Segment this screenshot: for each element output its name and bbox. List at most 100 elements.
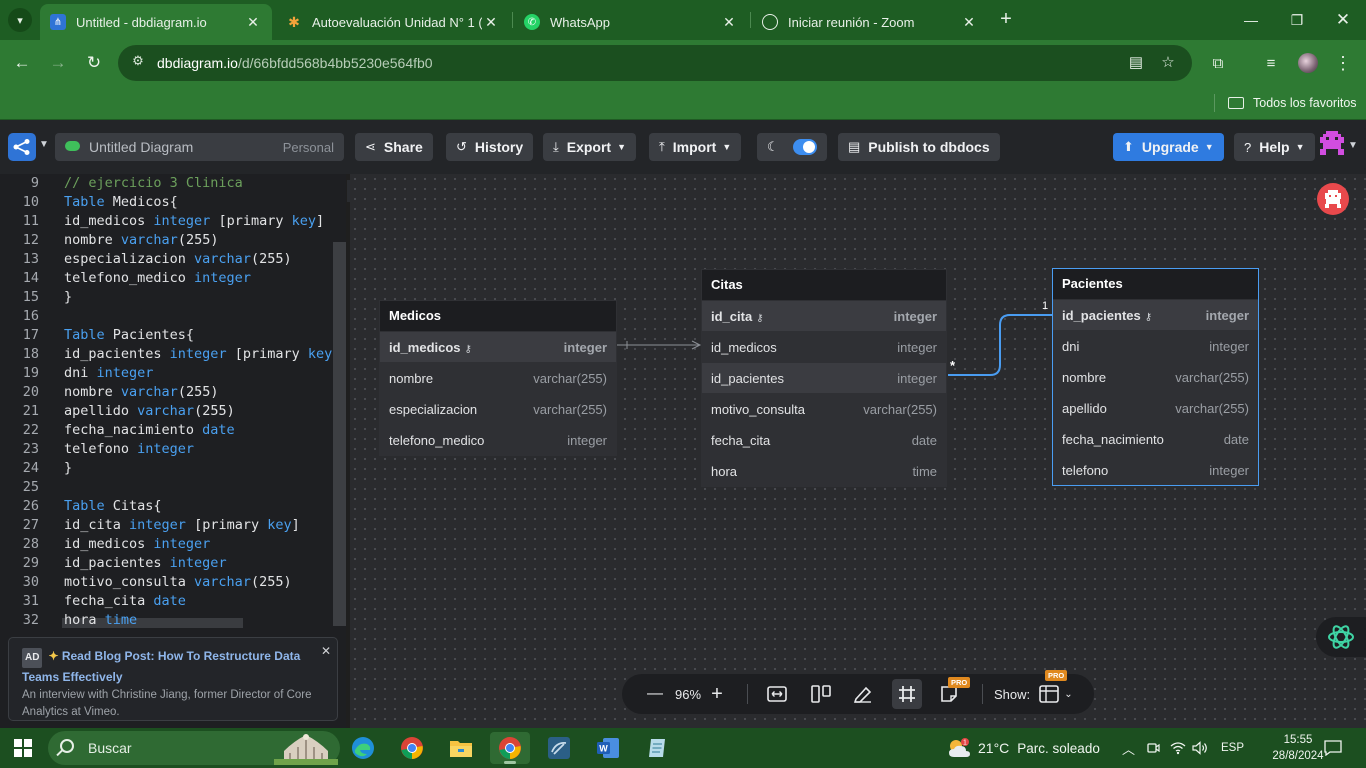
line-code[interactable]: nombre varchar(255) bbox=[64, 384, 218, 400]
table-field-row[interactable]: id_pacientes integer bbox=[702, 362, 946, 393]
table-field-row[interactable]: id_medicos integer bbox=[702, 331, 946, 362]
import-button[interactable]: ⤒ Import ▼ bbox=[649, 133, 742, 161]
media-control-icon[interactable]: ≡ bbox=[1258, 50, 1284, 76]
table-header[interactable]: Medicos bbox=[380, 301, 616, 331]
code-line[interactable]: 9 // ejercicio 3 Clinica bbox=[0, 175, 346, 194]
line-code[interactable]: id_pacientes integer bbox=[64, 555, 227, 571]
table-field-row[interactable]: id_pacientes ⚷ integer bbox=[1053, 299, 1258, 330]
extensions-icon[interactable]: ⧉ bbox=[1205, 50, 1231, 76]
code-line[interactable]: 23 telefono integer bbox=[0, 441, 346, 460]
auto-arrange-icon[interactable] bbox=[810, 684, 832, 704]
line-code[interactable]: motivo_consulta varchar(255) bbox=[64, 574, 292, 590]
zoom-out-button[interactable]: — bbox=[646, 684, 664, 704]
taskbar-search[interactable]: Buscar bbox=[48, 731, 340, 765]
table-field-row[interactable]: especializacion varchar(255) bbox=[380, 393, 616, 424]
line-code[interactable]: id_medicos integer [primary key] bbox=[64, 213, 324, 229]
code-line[interactable]: 30 motivo_consulta varchar(255) bbox=[0, 574, 346, 593]
url-text[interactable]: dbdiagram.io/d/66bfdd568b4bb5230e564fb0 bbox=[157, 55, 433, 71]
show-options-button[interactable]: ⌄ bbox=[1036, 684, 1076, 704]
tab-autoevaluacion[interactable]: ✱ Autoevaluación Unidad N° 1 (P… ✕ bbox=[276, 4, 510, 40]
close-ad-icon[interactable]: ✕ bbox=[321, 644, 331, 658]
taskbar-file-explorer[interactable] bbox=[441, 732, 481, 764]
notifications-icon[interactable] bbox=[1324, 728, 1342, 768]
close-tab-icon[interactable]: ✕ bbox=[244, 14, 262, 31]
logo-menu-chevron-icon[interactable]: ▼ bbox=[39, 139, 49, 150]
share-button[interactable]: ⋖ Share bbox=[355, 133, 433, 161]
help-button[interactable]: ? Help ▼ bbox=[1234, 133, 1315, 161]
diagram-name[interactable]: Untitled Diagram bbox=[89, 139, 193, 155]
table-field-row[interactable]: apellido varchar(255) bbox=[1053, 392, 1258, 423]
wifi-icon[interactable] bbox=[1170, 728, 1186, 768]
table-field-row[interactable]: nombre varchar(255) bbox=[380, 362, 616, 393]
code-line[interactable]: 11 id_medicos integer [primary key] bbox=[0, 213, 346, 232]
close-tab-icon[interactable]: ✕ bbox=[720, 14, 738, 31]
diagram-canvas[interactable]: * 1 Medicos id_medicos ⚷ integer nombre varch… bbox=[350, 174, 1366, 728]
line-code[interactable]: nombre varchar(255) bbox=[64, 232, 218, 248]
code-line[interactable]: 27 id_cita integer [primary key] bbox=[0, 517, 346, 536]
line-code[interactable]: id_cita integer [primary key] bbox=[64, 517, 300, 533]
ai-assistant-button[interactable] bbox=[1316, 617, 1366, 657]
close-tab-icon[interactable]: ✕ bbox=[960, 14, 978, 31]
taskbar-notes-app[interactable] bbox=[637, 732, 677, 764]
back-button[interactable]: ← bbox=[7, 48, 37, 78]
fit-to-screen-icon[interactable] bbox=[766, 684, 788, 704]
close-tab-icon[interactable]: ✕ bbox=[482, 14, 500, 31]
taskbar-word[interactable]: W bbox=[588, 732, 628, 764]
profile-avatar[interactable] bbox=[1295, 50, 1321, 76]
table-field-row[interactable]: telefono_medico integer bbox=[380, 424, 616, 455]
code-line[interactable]: 14 telefono_medico integer bbox=[0, 270, 346, 289]
table-field-row[interactable]: hora time bbox=[702, 455, 946, 486]
code-line[interactable]: 19 dni integer bbox=[0, 365, 346, 384]
diagram-title-field[interactable]: Untitled Diagram Personal bbox=[55, 133, 344, 161]
table-field-row[interactable]: dni integer bbox=[1053, 330, 1258, 361]
line-code[interactable]: Table Medicos{ bbox=[64, 194, 178, 210]
clipboard-icon[interactable]: ▤ bbox=[1126, 53, 1146, 73]
toggle-switch[interactable] bbox=[792, 139, 817, 155]
line-code[interactable]: id_medicos integer bbox=[64, 536, 210, 552]
ad-card[interactable]: AD ✦ Read Blog Post: How To Restructure D… bbox=[8, 637, 338, 721]
code-line[interactable]: 28 id_medicos integer bbox=[0, 536, 346, 555]
table-field-row[interactable]: nombre varchar(255) bbox=[1053, 361, 1258, 392]
code-line[interactable]: 15} bbox=[0, 289, 346, 308]
grid-frame-icon[interactable] bbox=[896, 684, 918, 704]
language-indicator[interactable]: ESP bbox=[1221, 728, 1244, 768]
table-field-row[interactable]: fecha_nacimiento date bbox=[1053, 423, 1258, 454]
code-line[interactable]: 13 especializacion varchar(255) bbox=[0, 251, 346, 270]
table-field-row[interactable]: fecha_cita date bbox=[702, 424, 946, 455]
code-line[interactable]: 32 hora time bbox=[0, 612, 346, 628]
all-bookmarks-folder[interactable]: Todos los favoritos bbox=[1228, 92, 1357, 114]
line-code[interactable]: Table Pacientes{ bbox=[64, 327, 194, 343]
meet-now-icon[interactable] bbox=[1146, 728, 1160, 768]
table-field-row[interactable]: id_cita ⚷ integer bbox=[702, 300, 946, 331]
address-bar[interactable]: ⚙ dbdiagram.io/d/66bfdd568b4bb5230e564fb… bbox=[118, 45, 1192, 81]
code-line[interactable]: 17 Table Pacientes{ bbox=[0, 327, 346, 346]
code-editor[interactable]: 9// ejercicio 3 Clinica 10 Table Medicos{1… bbox=[0, 174, 346, 628]
highlighter-icon[interactable] bbox=[852, 684, 874, 704]
table-pacientes[interactable]: Pacientes id_pacientes ⚷ integer dni integer n… bbox=[1052, 268, 1259, 486]
code-line[interactable]: 16 bbox=[0, 308, 346, 327]
user-menu-chevron-icon[interactable]: ▼ bbox=[1348, 140, 1358, 151]
publish-dbdocs-button[interactable]: ▤ Publish to dbdocs bbox=[838, 133, 1000, 161]
system-clock[interactable]: 15:55 28/8/2024 bbox=[1272, 732, 1324, 764]
table-header[interactable]: Pacientes bbox=[1053, 269, 1258, 299]
table-header[interactable]: Citas bbox=[702, 270, 946, 300]
line-code[interactable]: hora time bbox=[64, 612, 137, 628]
tab-whatsapp[interactable]: ✆ WhatsApp ✕ bbox=[514, 4, 748, 40]
zoom-in-button[interactable]: + bbox=[708, 683, 726, 705]
line-code[interactable]: apellido varchar(255) bbox=[64, 403, 235, 419]
line-code[interactable]: fecha_nacimiento date bbox=[64, 422, 235, 438]
tab-dbdiagram[interactable]: ⋔ Untitled - dbdiagram.io ✕ bbox=[40, 4, 272, 40]
forward-button[interactable]: → bbox=[43, 48, 73, 78]
table-field-row[interactable]: telefono integer bbox=[1053, 454, 1258, 485]
code-line[interactable]: 18 id_pacientes integer [primary key] bbox=[0, 346, 346, 365]
code-line[interactable]: 26 Table Citas{ bbox=[0, 498, 346, 517]
upgrade-button[interactable]: ⬆ Upgrade ▼ bbox=[1113, 133, 1224, 161]
line-code[interactable]: } bbox=[64, 460, 72, 476]
tab-search-button[interactable]: ▾ bbox=[8, 8, 32, 32]
export-button[interactable]: ⤓ Export ▼ bbox=[543, 133, 637, 161]
show-hidden-icons-button[interactable]: ︿ bbox=[1122, 728, 1135, 768]
zoom-level[interactable]: 96% bbox=[670, 684, 706, 704]
line-code[interactable]: fecha_cita date bbox=[64, 593, 186, 609]
theme-toggle[interactable]: ☾ bbox=[757, 133, 827, 161]
tab-zoom[interactable]: Iniciar reunión - Zoom ✕ bbox=[752, 4, 988, 40]
